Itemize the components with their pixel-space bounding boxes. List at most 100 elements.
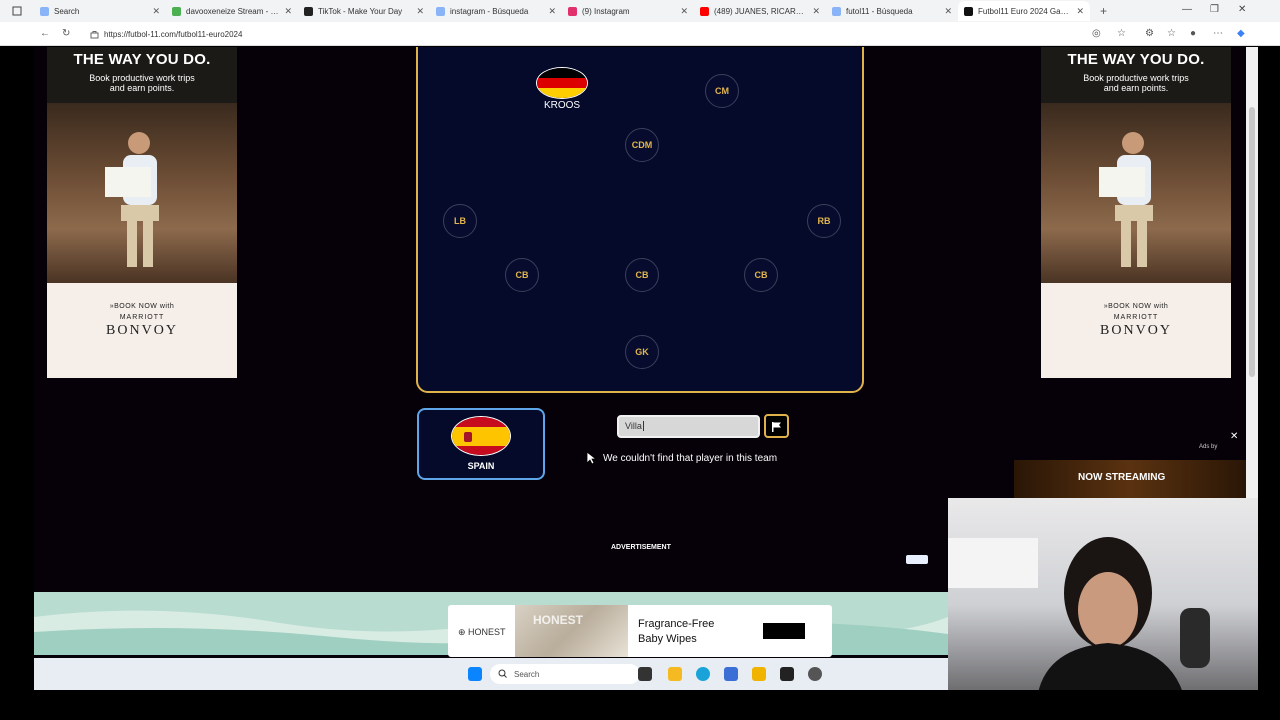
player-slot-kroos[interactable]: KROOS [536, 67, 588, 111]
ad-footer: »BOOK NOW with MARRIOTT BONVOY [47, 283, 237, 339]
extensions-icon[interactable]: ⚙ [1145, 28, 1154, 39]
tab-favicon-icon [700, 6, 709, 16]
germany-flag-icon [536, 67, 588, 99]
favorite-star-icon[interactable]: ☆ [1117, 28, 1126, 39]
window-close-icon[interactable]: ✕ [1238, 4, 1246, 15]
honest-ad[interactable]: ⊕ HONEST HONEST Fragrance-Free Baby Wipes [448, 605, 832, 657]
edge-icon[interactable] [696, 667, 710, 681]
left-black-strip [0, 47, 34, 720]
tab-favicon-icon [436, 6, 445, 16]
store-icon[interactable] [724, 667, 738, 681]
tab-close-icon[interactable]: ✕ [416, 6, 424, 17]
ad-photo [1041, 103, 1231, 283]
tab-close-icon[interactable]: ✕ [284, 6, 292, 17]
side-ad-close-icon[interactable]: ✕ [1230, 431, 1238, 442]
position-cdm[interactable]: CDM [625, 128, 659, 162]
error-message: We couldn't find that player in this tea… [603, 453, 778, 464]
position-rb[interactable]: RB [807, 204, 841, 238]
url-field[interactable]: https://futbol-11.com/futbol11-euro2024 [84, 27, 1114, 42]
team-card[interactable]: SPAIN [417, 408, 545, 480]
honest-product-photo: HONEST [515, 605, 628, 657]
profile-avatar-icon[interactable]: ● [1190, 28, 1196, 39]
player-search-input[interactable]: Villa [617, 415, 760, 438]
search-icon [498, 669, 507, 680]
adchoices-icon[interactable] [906, 555, 928, 564]
address-bar-row: ← ↻ https://futbol-11.com/futbol11-euro2… [0, 22, 1280, 46]
tab-youtube[interactable]: (489) JUANES, RICARDO ✕ [694, 1, 826, 21]
new-tab-button[interactable]: + [1100, 4, 1107, 18]
position-gk[interactable]: GK [625, 335, 659, 369]
favorites-icon[interactable]: ☆ [1167, 28, 1176, 39]
ads-by-label: Ads by [1199, 444, 1218, 450]
app-icon[interactable] [752, 667, 766, 681]
bonvoy-logo: BONVOY [1100, 323, 1172, 338]
tab-stream[interactable]: davooxeneize Stream - Wat ✕ [166, 1, 298, 21]
tab-actions-icon[interactable] [0, 6, 34, 16]
tab-futol-search[interactable]: futol11 - Búsqueda ✕ [826, 1, 958, 21]
tab-instagram[interactable]: (9) Instagram ✕ [562, 1, 694, 21]
tab-close-icon[interactable]: ✕ [152, 6, 160, 17]
now-streaming-ad[interactable]: NOW STREAMING [1014, 460, 1246, 500]
ad-headline: THE WAY YOU DO. [73, 51, 211, 68]
back-icon[interactable]: ← [40, 28, 50, 39]
ad-photo [47, 103, 237, 283]
scrollbar-thumb[interactable] [1249, 107, 1255, 377]
honest-ad-text: Fragrance-Free Baby Wipes [638, 618, 715, 645]
tab-search[interactable]: Search ✕ [34, 1, 166, 21]
minimize-icon[interactable]: — [1182, 4, 1192, 15]
file-explorer-icon[interactable] [668, 667, 682, 681]
tab-instagram-search[interactable]: instagram - Búsqueda ✕ [430, 1, 562, 21]
bonvoy-logo: BONVOY [106, 323, 178, 338]
ad-subline: Book productive work trips and earn point… [89, 73, 195, 93]
left-ad[interactable]: THE WAY YOU DO. Book productive work tri… [47, 47, 237, 378]
tab-close-icon[interactable]: ✕ [812, 6, 820, 17]
more-menu-icon[interactable]: ⋯ [1213, 28, 1223, 39]
tab-favicon-icon [832, 6, 841, 16]
advertisement-label: ADVERTISEMENT [611, 544, 671, 551]
windows-start-icon[interactable] [468, 667, 482, 681]
tab-favicon-icon [568, 6, 577, 16]
tab-close-icon[interactable]: ✕ [680, 6, 688, 17]
position-lb[interactable]: LB [443, 204, 477, 238]
app-icon[interactable] [780, 667, 794, 681]
mouse-cursor-icon [586, 451, 596, 465]
webcam-overlay [948, 498, 1258, 693]
team-name: SPAIN [467, 461, 495, 471]
ad-header: THE WAY YOU DO. Book productive work tri… [1041, 47, 1231, 103]
browser-tab-bar: Search ✕ davooxeneize Stream - Wat ✕ TikTo… [0, 0, 1280, 22]
position-cb-left[interactable]: CB [505, 258, 539, 292]
task-view-icon[interactable] [638, 667, 652, 681]
right-ad[interactable]: THE WAY YOU DO. Book productive work tri… [1041, 47, 1231, 378]
tab-close-icon[interactable]: ✕ [1076, 6, 1084, 17]
tab-close-icon[interactable]: ✕ [548, 6, 556, 17]
tab-futbol11[interactable]: Futbol11 Euro 2024 Game ✕ [958, 1, 1090, 21]
formation-pitch: KROOS CM CDM LB RB CB CB CB GK [416, 47, 864, 393]
ad-subline: Book productive work trips and earn point… [1083, 73, 1189, 93]
tab-favicon-icon [964, 6, 973, 16]
position-cb-center[interactable]: CB [625, 258, 659, 292]
player-name: KROOS [543, 100, 581, 111]
ad-footer: »BOOK NOW with MARRIOTT BONVOY [1041, 283, 1231, 339]
tab-favicon-icon [304, 6, 313, 16]
tab-close-icon[interactable]: ✕ [944, 6, 952, 17]
taskbar-search[interactable]: Search [490, 664, 640, 684]
copilot-icon[interactable]: ◆ [1237, 28, 1245, 39]
man-reading-image [1099, 132, 1153, 267]
ad-header: THE WAY YOU DO. Book productive work tri… [47, 47, 237, 103]
tab-favicon-icon [40, 6, 49, 16]
position-cb-right[interactable]: CB [744, 258, 778, 292]
give-up-flag-button[interactable] [764, 414, 789, 438]
app-icon[interactable] [808, 667, 822, 681]
honest-logo: ⊕ HONEST [458, 627, 506, 637]
reader-icon[interactable]: ◎ [1092, 28, 1101, 39]
site-info-icon[interactable] [90, 30, 99, 41]
position-cm[interactable]: CM [705, 74, 739, 108]
honest-cta-button[interactable] [763, 623, 805, 639]
refresh-icon[interactable]: ↻ [62, 28, 70, 39]
tab-tiktok[interactable]: TikTok - Make Your Day ✕ [298, 1, 430, 21]
ad-headline: THE WAY YOU DO. [1067, 51, 1205, 68]
man-reading-image [105, 132, 159, 267]
bottom-black-strip [0, 690, 1280, 720]
maximize-icon[interactable]: ❐ [1210, 4, 1219, 15]
windows-taskbar: Search [34, 658, 948, 690]
